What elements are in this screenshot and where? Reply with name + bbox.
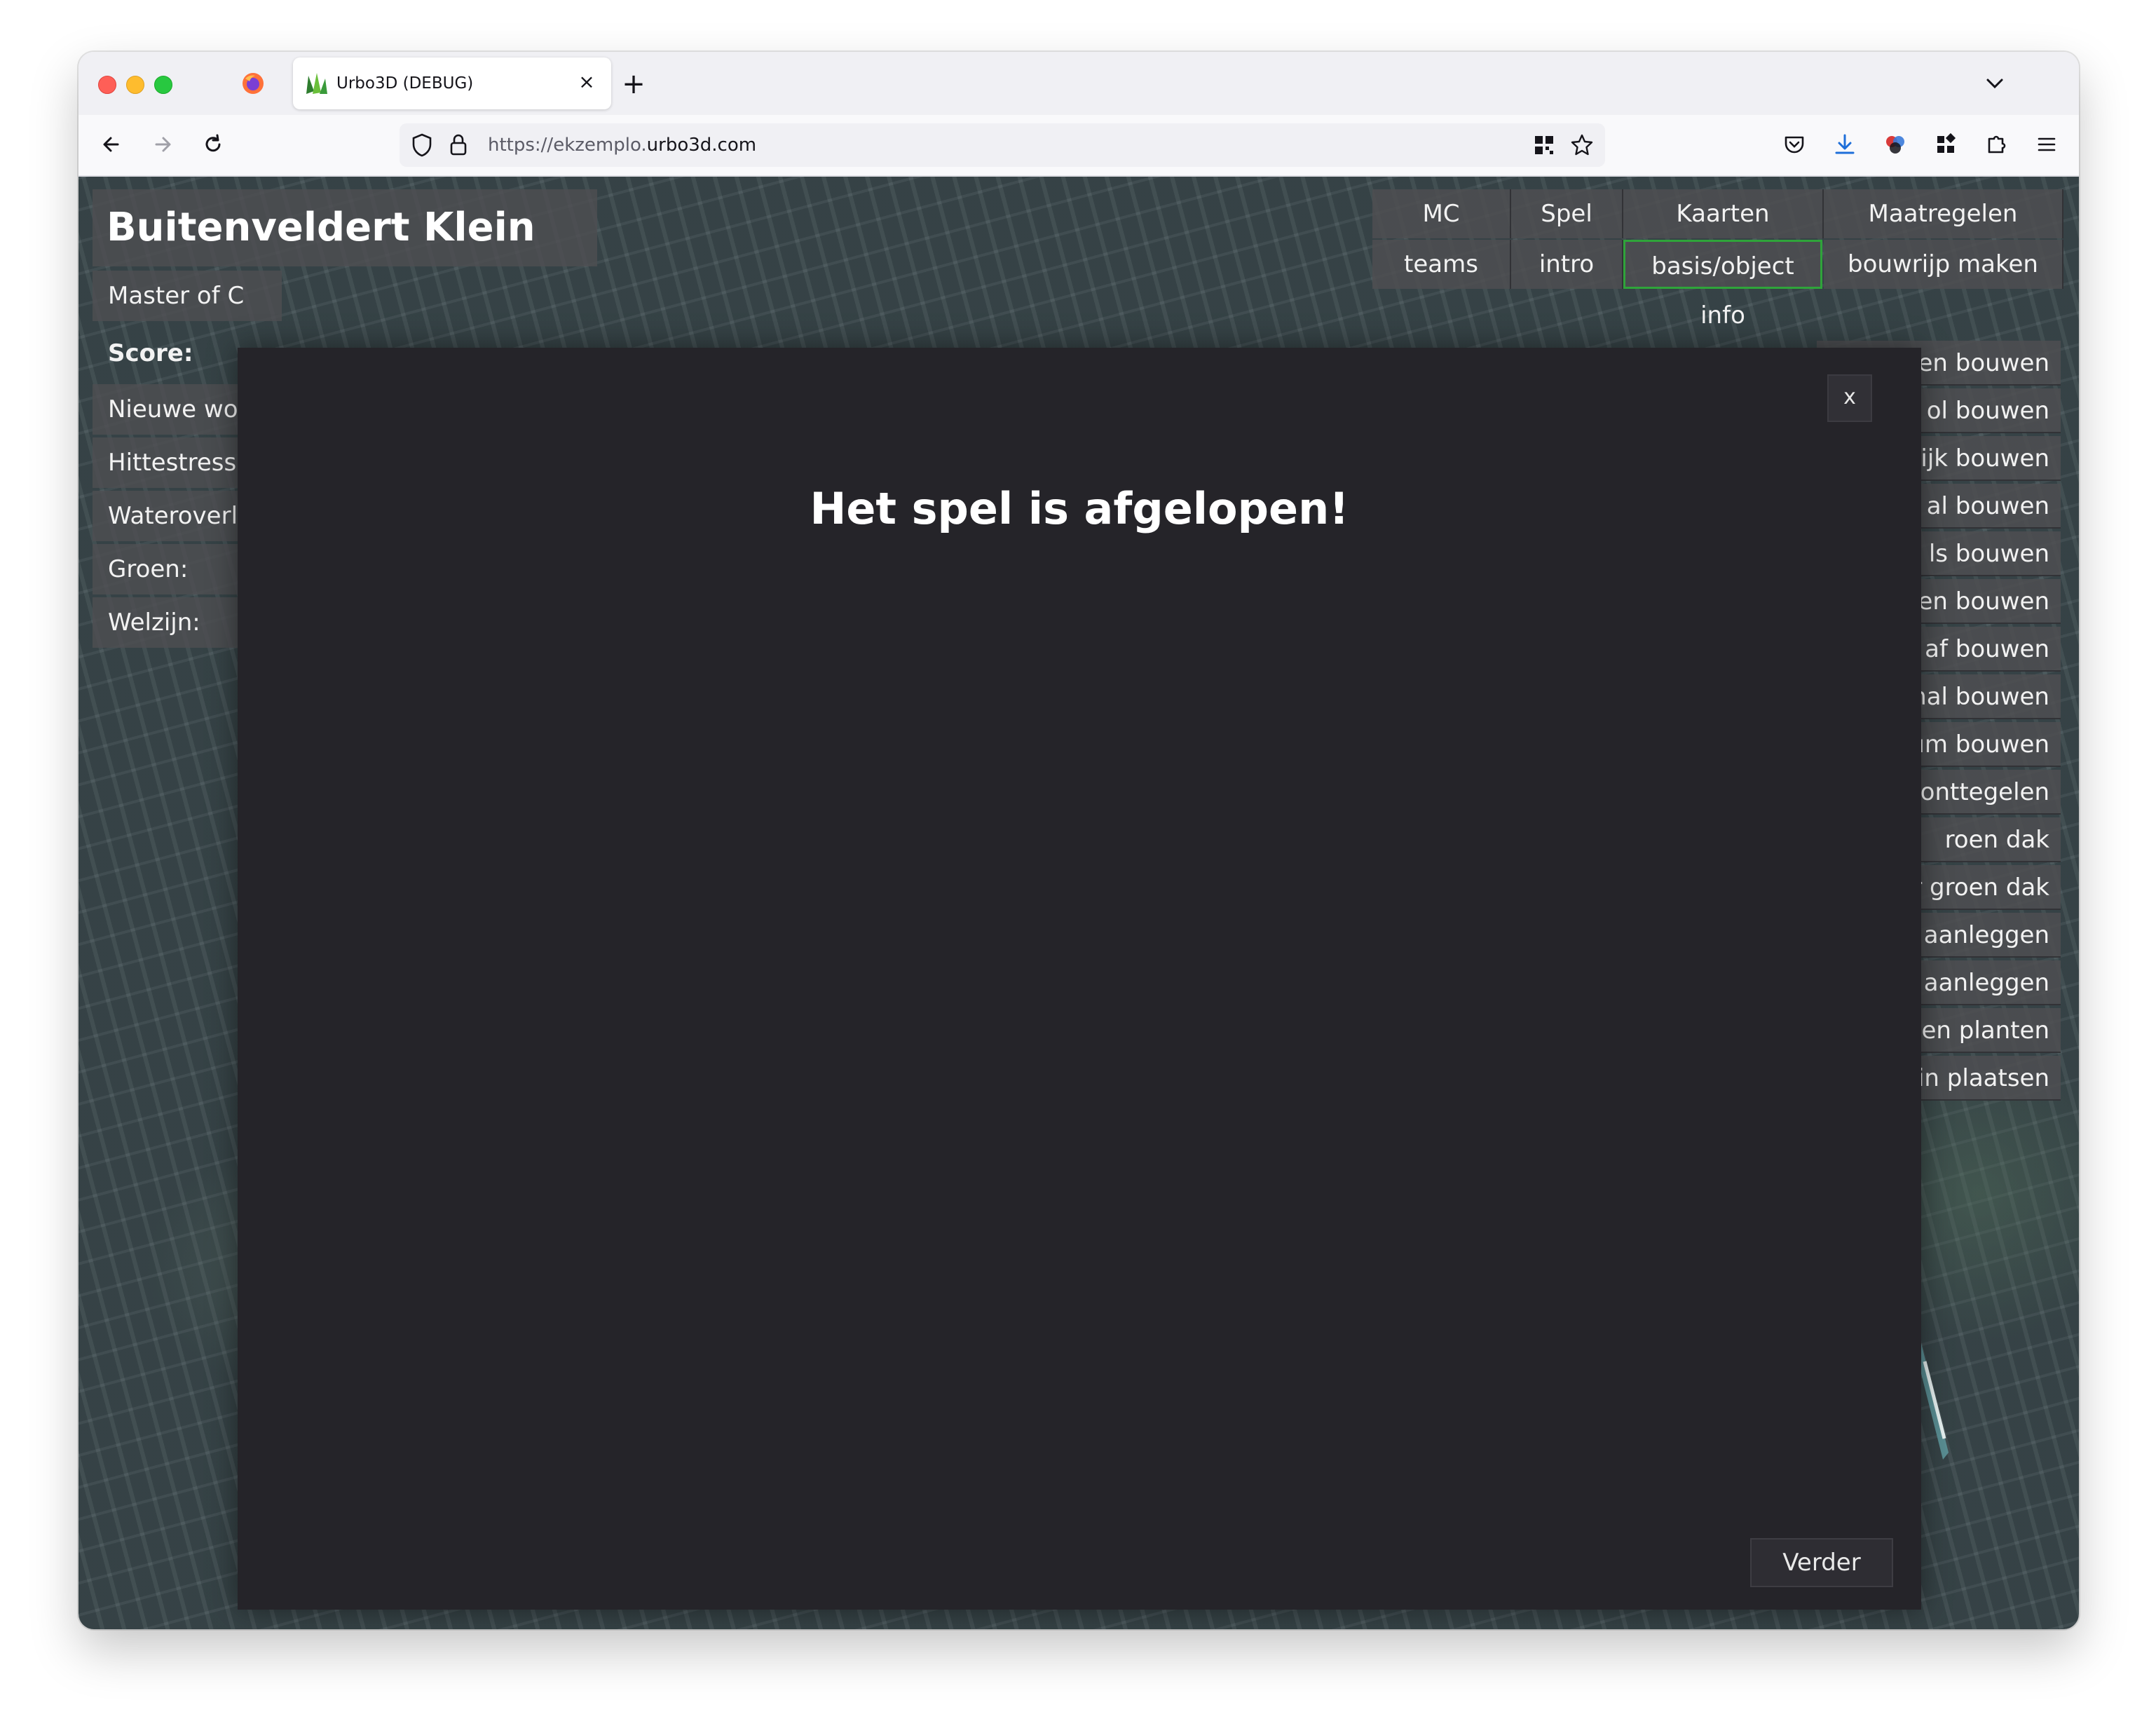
reload-icon[interactable] — [198, 129, 228, 160]
menu-tab-kaarten[interactable]: Kaarten — [1623, 189, 1824, 238]
pocket-icon[interactable] — [1779, 129, 1810, 160]
url-bar[interactable]: https://ekzemplo.urbo3d.com — [400, 123, 1605, 167]
back-arrow-icon[interactable] — [97, 129, 128, 160]
tab-close-icon[interactable]: × — [575, 70, 599, 94]
menu-item-bouwrijp-maken[interactable]: bouwrijp maken — [1824, 240, 2063, 289]
bookmark-star-icon[interactable] — [1569, 132, 1595, 158]
modal-close-button[interactable]: x — [1827, 374, 1872, 422]
menu-tab-spel[interactable]: Spel — [1511, 189, 1623, 238]
qr-code-icon[interactable] — [1532, 133, 1556, 157]
menu-tab-maatregelen[interactable]: Maatregelen — [1824, 189, 2063, 238]
url-prefix: https://ekzemplo. — [488, 135, 647, 156]
new-tab-button[interactable]: + — [620, 70, 648, 98]
tab-urbo3d[interactable]: Urbo3D (DEBUG) × — [293, 57, 611, 109]
firefox-icon[interactable] — [241, 72, 265, 95]
game-over-modal: x Het spel is afgelopen! Verder — [238, 348, 1921, 1610]
puzzle-extensions-icon[interactable] — [1981, 129, 2012, 160]
menu-tab-mc[interactable]: MC — [1372, 189, 1511, 238]
close-window-button[interactable] — [98, 76, 116, 94]
verder-button[interactable]: Verder — [1750, 1538, 1893, 1587]
tab-strip: Urbo3D (DEBUG) × + — [79, 52, 2079, 115]
menu-item-intro[interactable]: intro — [1511, 240, 1623, 289]
downloads-icon[interactable] — [1829, 129, 1860, 160]
urbo3d-logo-icon — [306, 73, 327, 94]
sidebar-item-master[interactable]: Master of C — [93, 271, 282, 321]
url-text: https://ekzemplo.urbo3d.com — [488, 133, 756, 157]
minimize-window-button[interactable] — [126, 76, 144, 94]
url-host: urbo3d.com — [646, 135, 757, 156]
maximize-window-button[interactable] — [154, 76, 172, 94]
extensions-grid-icon[interactable] — [1930, 129, 1961, 160]
chevron-down-icon[interactable] — [1981, 72, 2009, 95]
shield-icon[interactable] — [409, 132, 435, 158]
browser-window: Urbo3D (DEBUG) × + https://ekzemplo.urbo… — [79, 52, 2079, 1629]
navigation-bar: https://ekzemplo.urbo3d.com — [79, 115, 2079, 177]
menu-item-teams[interactable]: teams — [1372, 240, 1511, 289]
tab-title: Urbo3D (DEBUG) — [336, 74, 474, 93]
map-object-boat — [1916, 1340, 1949, 1460]
extension-colors-icon[interactable] — [1880, 129, 1911, 160]
forward-arrow-icon[interactable] — [147, 129, 178, 160]
game-title: Buitenveldert Klein — [93, 189, 597, 266]
hamburger-menu-icon[interactable] — [2031, 129, 2062, 160]
game-viewport[interactable]: Buitenveldert Klein Master of C Score: N… — [79, 177, 2079, 1629]
modal-title: Het spel is afgelopen! — [810, 483, 1349, 534]
lock-icon[interactable] — [447, 132, 470, 158]
menu-item-basis-object-info[interactable]: basis/object info — [1623, 240, 1822, 329]
